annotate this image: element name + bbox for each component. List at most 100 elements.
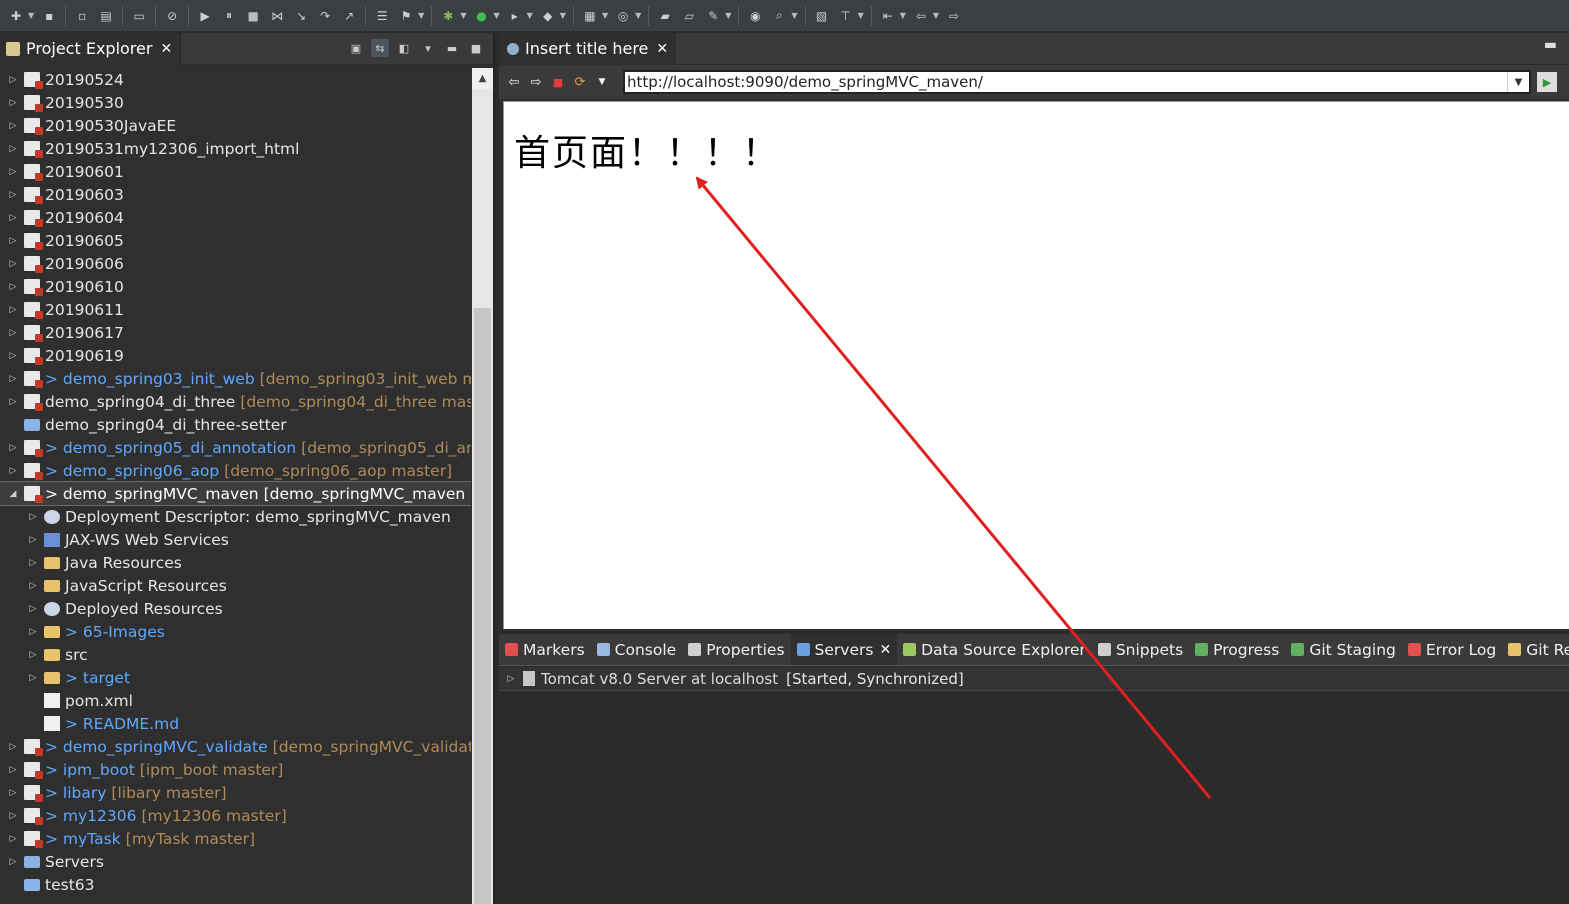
- tab-progress[interactable]: Progress: [1189, 634, 1285, 665]
- collapsed-arrow-icon[interactable]: ▷: [6, 834, 20, 844]
- back-history-icon[interactable]: ⇤: [879, 7, 897, 25]
- open-folder-icon[interactable]: ▰: [656, 7, 674, 25]
- tree-item[interactable]: ▷ > 65-Images: [0, 620, 471, 643]
- chevron-down-icon[interactable]: ▼: [635, 11, 641, 20]
- tree-item[interactable]: ▷ JavaScript Resources: [0, 574, 471, 597]
- tree-item[interactable]: ▷ > demo_spring05_di_annotation [demo_spri…: [0, 436, 471, 459]
- collapsed-arrow-icon[interactable]: ▷: [26, 604, 40, 614]
- forward-icon[interactable]: ⇨: [945, 7, 963, 25]
- collapsed-arrow-icon[interactable]: ▷: [499, 674, 523, 684]
- tree-item[interactable]: ▷ 20190531my12306_import_html: [0, 137, 471, 160]
- collapsed-arrow-icon[interactable]: ▷: [6, 167, 20, 177]
- terminate-icon[interactable]: ■: [244, 7, 262, 25]
- chevron-down-icon[interactable]: ▼: [933, 11, 939, 20]
- forward-icon[interactable]: ⇨: [527, 73, 545, 91]
- save-all-icon[interactable]: ▫: [73, 7, 91, 25]
- collapsed-arrow-icon[interactable]: ▷: [6, 282, 20, 292]
- chevron-down-icon[interactable]: ▼: [527, 11, 533, 20]
- print-icon[interactable]: ▤: [97, 7, 115, 25]
- tab-console[interactable]: Console: [591, 634, 683, 665]
- tab-project-explorer[interactable]: Project Explorer ✕: [0, 32, 182, 65]
- go-button[interactable]: ▶: [1537, 72, 1557, 92]
- collapsed-arrow-icon[interactable]: ▷: [6, 351, 20, 361]
- disconnect-icon[interactable]: ⋈: [268, 7, 286, 25]
- pin-icon[interactable]: ⊤: [837, 7, 855, 25]
- tree-item[interactable]: > README.md: [0, 712, 471, 735]
- chevron-down-icon[interactable]: ▼: [593, 73, 611, 91]
- chevron-down-icon[interactable]: ▼: [460, 11, 466, 20]
- globe-icon[interactable]: ◉: [746, 7, 764, 25]
- tree-item[interactable]: ▷ > demo_springMVC_validate [demo_springMV…: [0, 735, 471, 758]
- collapsed-arrow-icon[interactable]: ▷: [26, 581, 40, 591]
- resume-icon[interactable]: ▶: [196, 7, 214, 25]
- coverage-icon[interactable]: ◆: [539, 7, 557, 25]
- collapsed-arrow-icon[interactable]: ▷: [6, 236, 20, 246]
- step-return-icon[interactable]: ↗: [340, 7, 358, 25]
- minimize-icon[interactable]: ▬: [1544, 37, 1557, 53]
- chevron-down-icon[interactable]: ▼: [560, 11, 566, 20]
- tree-item[interactable]: demo_spring04_di_three-setter: [0, 413, 471, 436]
- chevron-down-icon[interactable]: ▼: [725, 11, 731, 20]
- tree-item[interactable]: ▷ Java Resources: [0, 551, 471, 574]
- maximize-icon[interactable]: ■: [467, 39, 485, 57]
- collapsed-arrow-icon[interactable]: ▷: [6, 305, 20, 315]
- tree-item[interactable]: ▷ 20190617: [0, 321, 471, 344]
- tree-item[interactable]: ▷ JAX-WS Web Services: [0, 528, 471, 551]
- collapsed-arrow-icon[interactable]: ▷: [6, 443, 20, 453]
- tree-item[interactable]: ▷ > demo_spring03_init_web [demo_spring03_…: [0, 367, 471, 390]
- close-icon[interactable]: ✕: [160, 41, 172, 57]
- collapsed-arrow-icon[interactable]: ▷: [6, 213, 20, 223]
- tree-item[interactable]: ▷ demo_spring04_di_three [demo_spring04_di…: [0, 390, 471, 413]
- save-icon[interactable]: ▪: [40, 7, 58, 25]
- tree-item[interactable]: ▷ > libary [libary master]: [0, 781, 471, 804]
- chevron-down-icon[interactable]: ▼: [418, 11, 424, 20]
- chevron-down-icon[interactable]: ▼: [858, 11, 864, 20]
- tree-item[interactable]: ▷ > my12306 [my12306 master]: [0, 804, 471, 827]
- search-icon[interactable]: ⌕: [770, 7, 788, 25]
- tree-item[interactable]: ▷ 20190619: [0, 344, 471, 367]
- collapsed-arrow-icon[interactable]: ▷: [6, 328, 20, 338]
- collapsed-arrow-icon[interactable]: ▷: [6, 811, 20, 821]
- collapsed-arrow-icon[interactable]: ▷: [26, 673, 40, 683]
- back-icon[interactable]: ⇦: [912, 7, 930, 25]
- scrollbar-thumb[interactable]: [474, 308, 491, 904]
- collapsed-arrow-icon[interactable]: ▷: [6, 857, 20, 867]
- collapsed-arrow-icon[interactable]: ▷: [6, 788, 20, 798]
- debug-icon[interactable]: ✱: [439, 7, 457, 25]
- chevron-down-icon[interactable]: ▼: [493, 11, 499, 20]
- tab-snippets[interactable]: Snippets: [1092, 634, 1189, 665]
- tree-item[interactable]: ▷ Deployment Descriptor: demo_springMVC_m…: [0, 505, 471, 528]
- tree-item[interactable]: ▷ 20190530: [0, 91, 471, 114]
- collapsed-arrow-icon[interactable]: ▷: [6, 259, 20, 269]
- collapsed-arrow-icon[interactable]: ▷: [6, 190, 20, 200]
- tree-item[interactable]: ▷ 20190606: [0, 252, 471, 275]
- step-into-icon[interactable]: ↘: [292, 7, 310, 25]
- collapsed-arrow-icon[interactable]: ▷: [6, 397, 20, 407]
- toggle-mark-icon[interactable]: ⚑: [397, 7, 415, 25]
- url-input[interactable]: [625, 72, 1505, 92]
- terminal-icon[interactable]: ▭: [130, 7, 148, 25]
- pen-icon[interactable]: ✎: [704, 7, 722, 25]
- chevron-down-icon[interactable]: ▼: [28, 11, 34, 20]
- collapsed-arrow-icon[interactable]: ▷: [26, 558, 40, 568]
- tree-item[interactable]: ▷ 20190604: [0, 206, 471, 229]
- tree-item[interactable]: ▷ Deployed Resources: [0, 597, 471, 620]
- tree-scrollbar[interactable]: ▲: [472, 68, 493, 904]
- web-service-icon[interactable]: ◎: [614, 7, 632, 25]
- tab-servers[interactable]: Servers ✕: [790, 634, 898, 665]
- link-with-editor-icon[interactable]: ⇆: [371, 39, 389, 57]
- expanded-arrow-icon[interactable]: ◢: [6, 489, 20, 499]
- suspend-icon[interactable]: ⏸: [220, 7, 238, 25]
- tab-markers[interactable]: Markers: [499, 634, 591, 665]
- tab-error-log[interactable]: Error Log: [1402, 634, 1502, 665]
- run-icon[interactable]: ●: [472, 7, 490, 25]
- new-icon[interactable]: ✚: [7, 7, 25, 25]
- scroll-up-icon[interactable]: ▲: [472, 68, 493, 89]
- tree-item[interactable]: pom.xml: [0, 689, 471, 712]
- annotation-icon[interactable]: ▧: [813, 7, 831, 25]
- tree-item[interactable]: ▷ > target: [0, 666, 471, 689]
- minimize-icon[interactable]: ▬: [443, 39, 461, 57]
- refresh-icon[interactable]: ⟳: [571, 73, 589, 91]
- collapsed-arrow-icon[interactable]: ▷: [6, 374, 20, 384]
- chevron-down-icon[interactable]: ▼: [900, 11, 906, 20]
